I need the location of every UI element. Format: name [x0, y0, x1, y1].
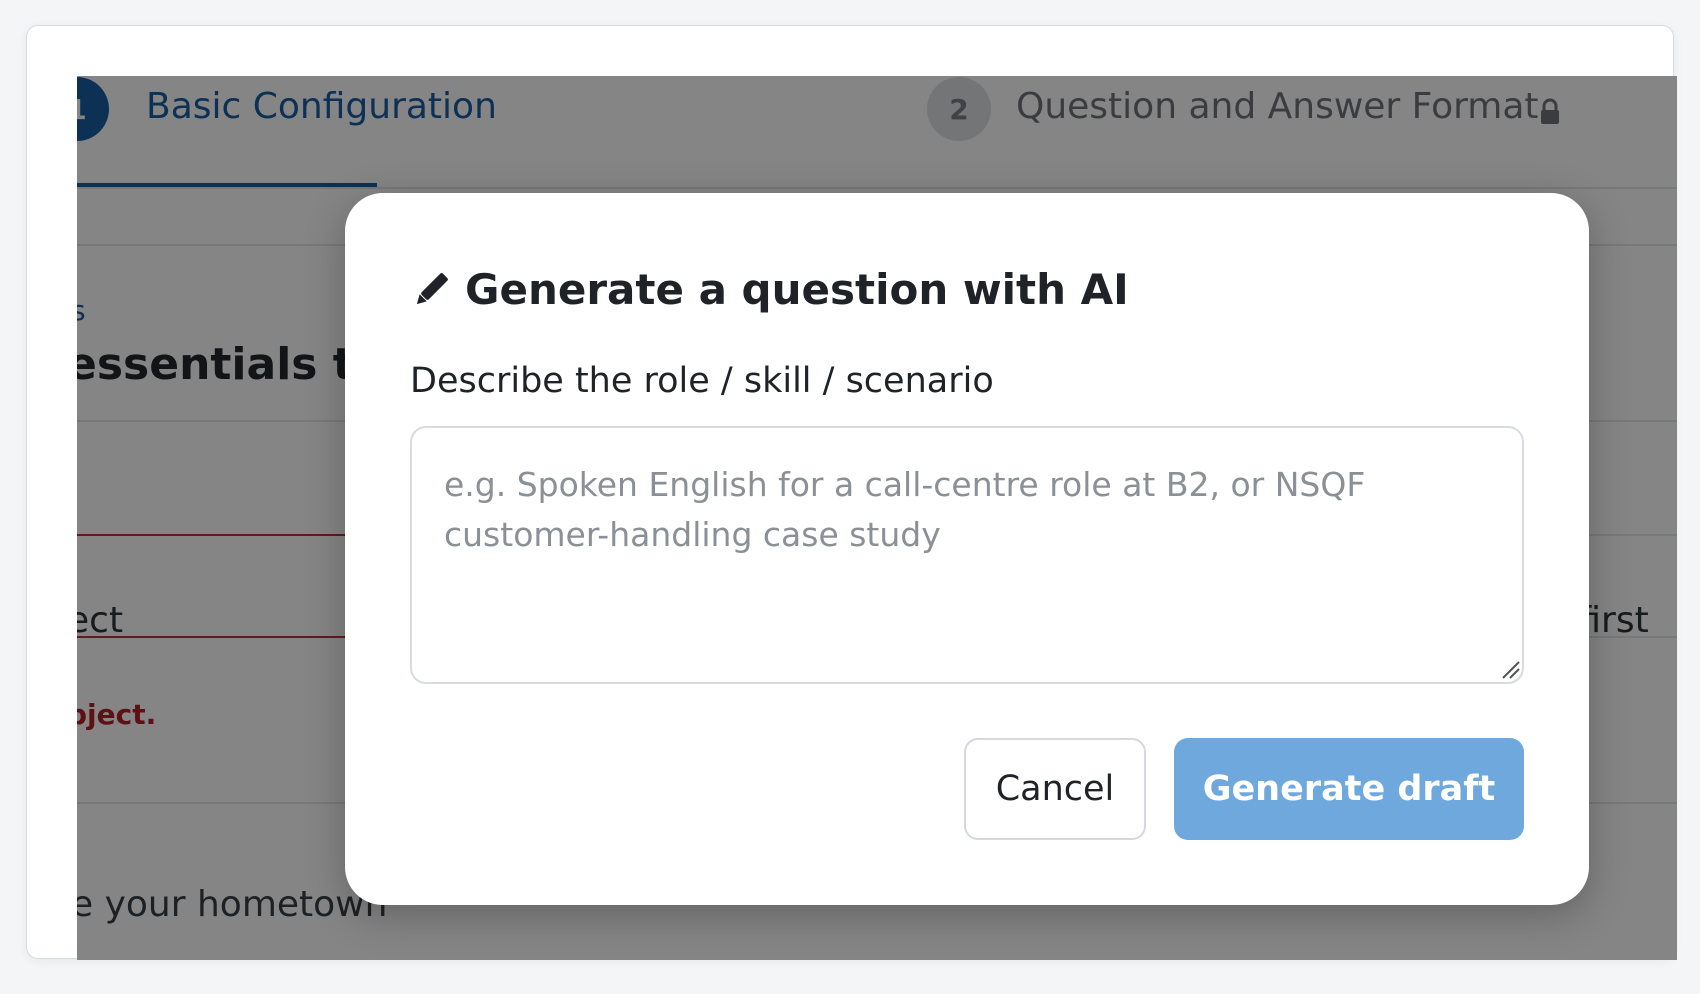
resize-handle-icon[interactable] — [1500, 659, 1520, 679]
scenario-field-label: Describe the role / skill / scenario — [410, 361, 994, 401]
scenario-textarea[interactable] — [410, 426, 1524, 684]
pencil-icon — [416, 272, 448, 304]
generate-question-dialog: Generate a question with AI Describe the… — [345, 193, 1589, 905]
generate-draft-button[interactable]: Generate draft — [1174, 738, 1524, 840]
dialog-title-row: Generate a question with AI — [409, 265, 1129, 314]
page-content: 1 Basic Configuration 2 Question and Ans… — [77, 76, 1677, 960]
app-window: 1 Basic Configuration 2 Question and Ans… — [26, 25, 1677, 960]
cancel-button[interactable]: Cancel — [964, 738, 1146, 840]
dialog-title: Generate a question with AI — [465, 265, 1129, 314]
